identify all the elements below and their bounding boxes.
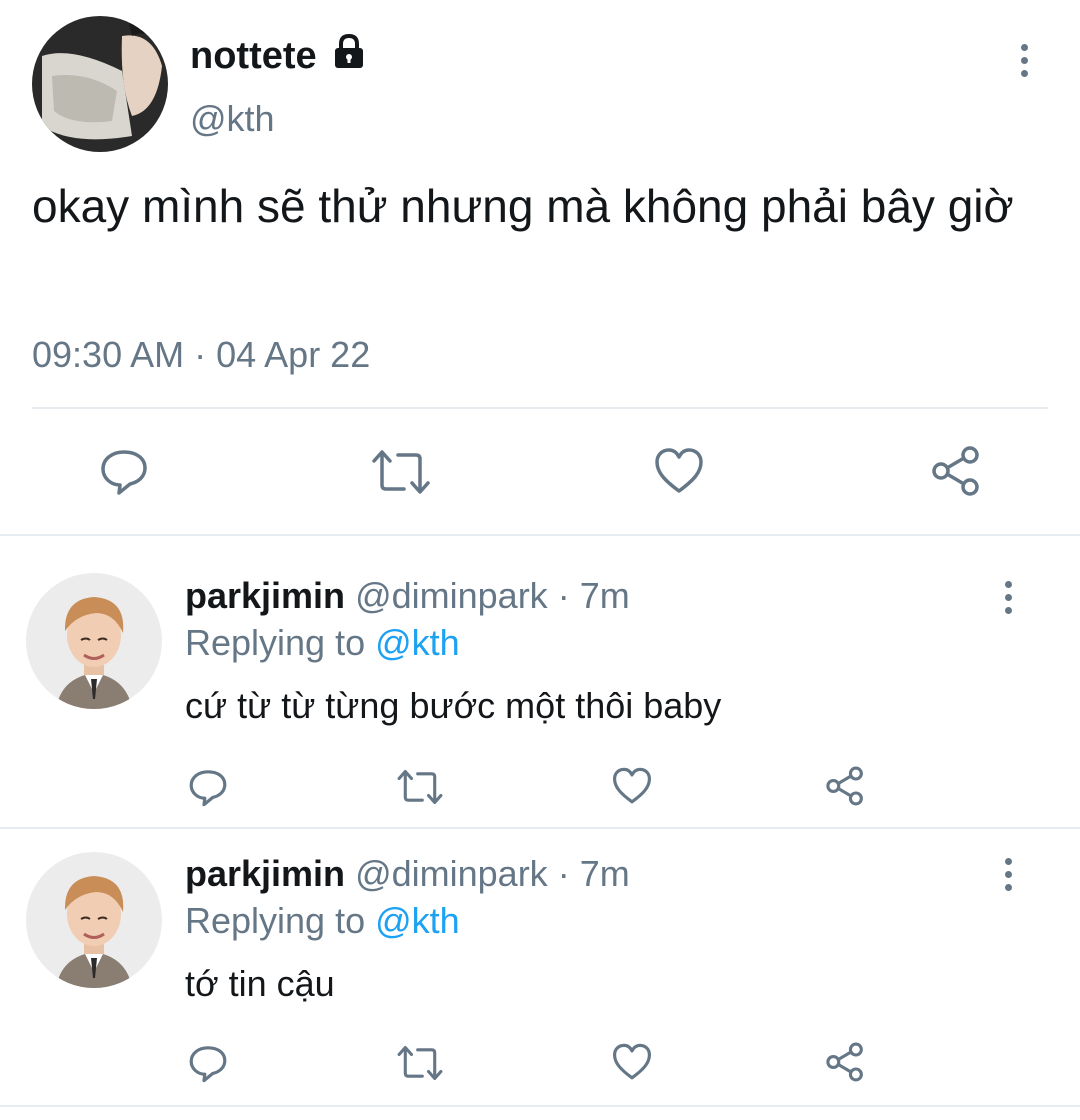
share-icon[interactable] [824, 1041, 866, 1083]
share-icon[interactable] [930, 444, 982, 498]
reply-time[interactable]: · 7m [558, 575, 630, 616]
handle[interactable]: @diminpark [355, 575, 548, 616]
retweet-icon[interactable] [370, 447, 432, 497]
avatar[interactable] [32, 16, 168, 152]
reply-icon[interactable] [188, 767, 228, 807]
retweet-icon[interactable] [396, 767, 444, 807]
divider [0, 534, 1080, 536]
avatar[interactable] [26, 852, 162, 988]
replying-label: Replying to [185, 900, 366, 941]
like-icon[interactable] [654, 447, 704, 495]
divider [0, 827, 1080, 829]
reply-time[interactable]: · 7m [558, 853, 630, 894]
more-options-icon[interactable] [1000, 858, 1016, 891]
more-options-icon[interactable] [1016, 44, 1032, 77]
display-name[interactable]: nottete [190, 34, 317, 78]
replying-handle-link[interactable]: @kth [375, 622, 460, 663]
replying-label: Replying to [185, 622, 366, 663]
avatar[interactable] [26, 573, 162, 709]
divider [32, 407, 1048, 409]
retweet-icon[interactable] [396, 1043, 444, 1083]
replying-handle-link[interactable]: @kth [375, 900, 460, 941]
tweet-text: tớ tin cậu [185, 963, 335, 1004]
like-icon[interactable] [612, 1043, 652, 1081]
display-name[interactable]: parkjimin [185, 575, 345, 616]
reply-icon[interactable] [188, 1043, 228, 1083]
lock-icon [330, 33, 368, 71]
reply-header: parkjimin @diminpark · 7m [185, 574, 630, 618]
replying-to: Replying to @kth [185, 899, 460, 943]
like-icon[interactable] [612, 767, 652, 805]
timestamp[interactable]: 09:30 AM · 04 Apr 22 [32, 333, 370, 377]
reply-icon[interactable] [99, 446, 149, 496]
reply-header: parkjimin @diminpark · 7m [185, 852, 630, 896]
more-options-icon[interactable] [1000, 581, 1016, 614]
display-name[interactable]: parkjimin [185, 853, 345, 894]
tweet-text: okay mình sẽ thử nhưng mà không phải bây… [32, 180, 1014, 232]
divider [0, 1105, 1080, 1107]
handle[interactable]: @diminpark [355, 853, 548, 894]
share-icon[interactable] [824, 765, 866, 807]
handle[interactable]: @kth [190, 97, 275, 141]
replying-to: Replying to @kth [185, 621, 460, 665]
tweet-text: cứ từ từ từng bước một thôi baby [185, 685, 722, 726]
